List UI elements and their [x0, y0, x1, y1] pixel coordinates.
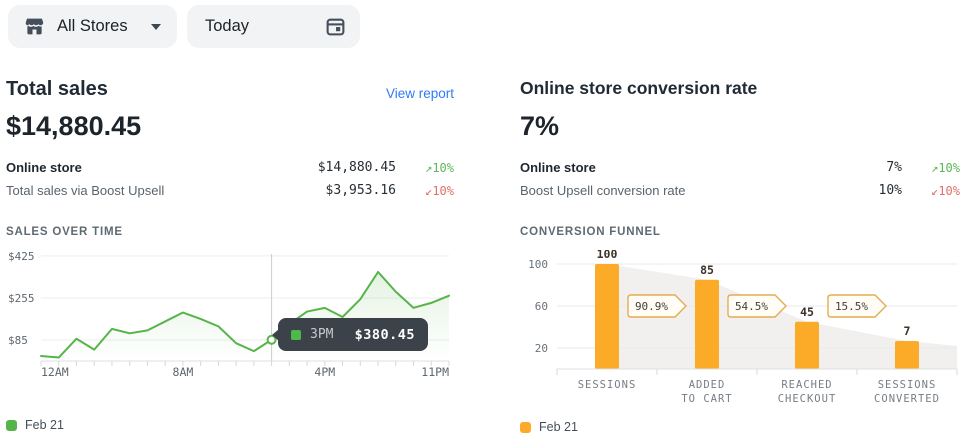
view-report-link[interactable]: View report — [386, 86, 454, 101]
metric-row-online-store: Online store $14,880.45 ↗10% — [6, 156, 454, 179]
tooltip-value: $380.45 — [355, 327, 415, 343]
svg-text:CONVERTED: CONVERTED — [874, 393, 940, 405]
legend-swatch-green — [6, 420, 17, 431]
sales-metrics: Online store $14,880.45 ↗10% Total sales… — [6, 156, 454, 202]
metric-value: 10% — [879, 183, 902, 198]
svg-text:85: 85 — [700, 263, 714, 277]
metric-change-up: ↗10% — [902, 161, 960, 175]
conversion-funnel-chart[interactable]: 100 60 20 100 85 45 7 90.9% 54.5% 15.5% SESSIONS AD… — [520, 250, 960, 406]
svg-text:$255: $255 — [8, 292, 35, 305]
svg-text:100: 100 — [528, 258, 548, 271]
svg-text:7: 7 — [904, 324, 911, 338]
sales-over-time-label: SALES OVER TIME — [6, 226, 454, 238]
svg-text:12AM: 12AM — [41, 365, 69, 379]
metric-value: $3,953.16 — [326, 183, 396, 198]
conversion-rate-title: Online store conversion rate — [520, 78, 757, 99]
metric-row-boost-upsell-rate: Boost Upsell conversion rate 10% ↙10% — [520, 179, 960, 202]
svg-text:ADDED: ADDED — [689, 379, 726, 391]
svg-text:15.5%: 15.5% — [835, 300, 868, 313]
chevron-down-icon — [151, 24, 161, 30]
sales-legend: Feb 21 — [6, 418, 454, 432]
tooltip-time: 3PM — [310, 327, 333, 342]
sales-line-chart[interactable]: $425 $255 $85 12AM 8AM 4PM 11PM 3PM $380.45 — [6, 248, 454, 388]
metric-change-up: ↗10% — [396, 161, 454, 175]
date-selector-button[interactable]: Today — [187, 5, 360, 48]
svg-text:20: 20 — [535, 342, 548, 355]
conversion-rate-value: 7% — [520, 111, 960, 142]
legend-label: Feb 21 — [539, 420, 578, 434]
legend-label: Feb 21 — [25, 418, 64, 432]
funnel-legend: Feb 21 — [520, 420, 960, 434]
date-selector-label: Today — [205, 17, 249, 36]
svg-text:SESSIONS: SESSIONS — [878, 379, 937, 391]
store-selector-label: All Stores — [57, 17, 128, 36]
metric-value: $14,880.45 — [318, 160, 396, 175]
svg-text:60: 60 — [535, 300, 548, 313]
metric-row-online-store-rate: Online store 7% ↗10% — [520, 156, 960, 179]
topbar: All Stores Today — [0, 0, 960, 48]
svg-text:54.5%: 54.5% — [735, 300, 768, 313]
svg-text:SESSIONS: SESSIONS — [578, 379, 637, 391]
svg-text:90.9%: 90.9% — [635, 300, 668, 313]
svg-text:$85: $85 — [8, 334, 28, 347]
conversion-funnel-label: CONVERSION FUNNEL — [520, 226, 960, 238]
conversion-rate-panel: Online store conversion rate 7% Online s… — [520, 48, 960, 434]
svg-text:CHECKOUT: CHECKOUT — [778, 393, 837, 405]
metric-label: Total sales via Boost Upsell — [6, 183, 326, 198]
store-icon — [24, 16, 45, 37]
svg-text:8AM: 8AM — [173, 365, 194, 379]
metric-label: Online store — [520, 160, 886, 175]
svg-text:$425: $425 — [8, 250, 35, 263]
store-selector-button[interactable]: All Stores — [8, 5, 177, 48]
svg-text:45: 45 — [800, 305, 814, 319]
metric-change-down: ↙10% — [396, 184, 454, 198]
tooltip-series-swatch — [291, 330, 301, 340]
dashboard-content: Total sales View report $14,880.45 Onlin… — [0, 48, 960, 434]
metric-label: Online store — [6, 160, 318, 175]
svg-text:TO CART: TO CART — [681, 393, 732, 405]
chart-tooltip: 3PM $380.45 — [278, 318, 428, 351]
svg-text:REACHED: REACHED — [781, 379, 832, 391]
metric-change-down: ↙10% — [902, 184, 960, 198]
metric-label: Boost Upsell conversion rate — [520, 183, 879, 198]
total-sales-value: $14,880.45 — [6, 111, 454, 142]
calendar-icon — [325, 16, 346, 37]
total-sales-panel: Total sales View report $14,880.45 Onlin… — [0, 48, 454, 434]
metric-row-boost-upsell: Total sales via Boost Upsell $3,953.16 ↙… — [6, 179, 454, 202]
svg-text:100: 100 — [597, 250, 618, 261]
svg-text:4PM: 4PM — [314, 365, 335, 379]
metric-value: 7% — [886, 160, 902, 175]
total-sales-title: Total sales — [6, 78, 108, 101]
conversion-metrics: Online store 7% ↗10% Boost Upsell conver… — [520, 156, 960, 202]
svg-text:11PM: 11PM — [421, 365, 449, 379]
